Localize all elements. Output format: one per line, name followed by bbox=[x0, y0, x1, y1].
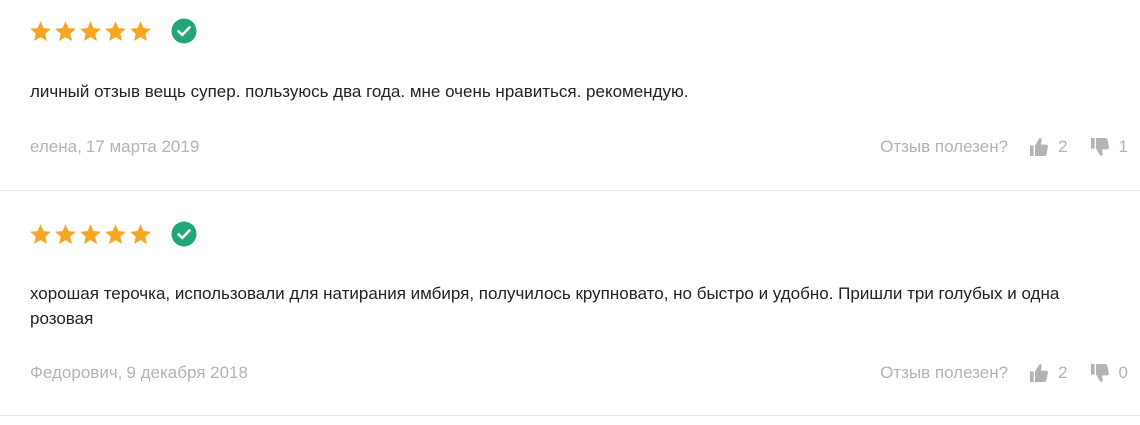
star-icon bbox=[28, 19, 53, 44]
rating-row bbox=[28, 18, 197, 44]
review-meta: Федорович, 9 декабря 2018 Отзыв полезен? … bbox=[30, 361, 1128, 385]
review-text: хорошая терочка, использовали для натира… bbox=[30, 284, 1060, 328]
author-date: елена, 17 марта 2019 bbox=[30, 137, 199, 157]
check-circle-icon bbox=[171, 221, 197, 247]
star-icon bbox=[28, 222, 53, 247]
thumbs-up-icon bbox=[1029, 137, 1049, 157]
star-icon bbox=[103, 222, 128, 247]
review-date: 17 марта 2019 bbox=[85, 137, 200, 156]
helpful-block: Отзыв полезен? 2 0 bbox=[880, 363, 1128, 383]
like-button[interactable]: 2 bbox=[1029, 363, 1068, 383]
review-card: личный отзыв вещь супер. пользуюсь два г… bbox=[0, 0, 1140, 191]
like-count: 2 bbox=[1058, 363, 1068, 382]
thumbs-up-icon bbox=[1029, 363, 1049, 383]
dislike-button[interactable]: 1 bbox=[1090, 137, 1128, 157]
helpful-label: Отзыв полезен? bbox=[880, 363, 1009, 382]
helpful-block: Отзыв полезен? 2 1 bbox=[880, 137, 1128, 157]
thumbs-down-icon bbox=[1090, 363, 1110, 383]
dislike-count: 1 bbox=[1118, 137, 1128, 156]
review-text: личный отзыв вещь супер. пользуюсь два г… bbox=[30, 82, 689, 101]
like-button[interactable]: 2 bbox=[1029, 137, 1068, 157]
helpful-label: Отзыв полезен? bbox=[880, 137, 1009, 156]
thumbs-down-icon bbox=[1090, 137, 1110, 157]
review-date: 9 декабря 2018 bbox=[126, 363, 248, 382]
check-circle-icon bbox=[171, 18, 197, 44]
author-name: елена, bbox=[30, 137, 82, 156]
star-icon bbox=[78, 222, 103, 247]
star-icon bbox=[103, 19, 128, 44]
star-icon bbox=[128, 19, 153, 44]
author-name: Федорович, bbox=[30, 363, 123, 382]
review-card: хорошая терочка, использовали для натира… bbox=[0, 191, 1140, 416]
like-count: 2 bbox=[1058, 137, 1068, 156]
rating-row bbox=[28, 221, 197, 247]
star-icon bbox=[78, 19, 103, 44]
star-icon bbox=[53, 222, 78, 247]
star-rating bbox=[28, 19, 153, 44]
star-icon bbox=[128, 222, 153, 247]
review-meta: елена, 17 марта 2019 Отзыв полезен? 2 1 bbox=[30, 135, 1128, 159]
star-icon bbox=[53, 19, 78, 44]
author-date: Федорович, 9 декабря 2018 bbox=[30, 363, 248, 383]
dislike-button[interactable]: 0 bbox=[1090, 363, 1128, 383]
dislike-count: 0 bbox=[1118, 363, 1128, 382]
star-rating bbox=[28, 222, 153, 247]
